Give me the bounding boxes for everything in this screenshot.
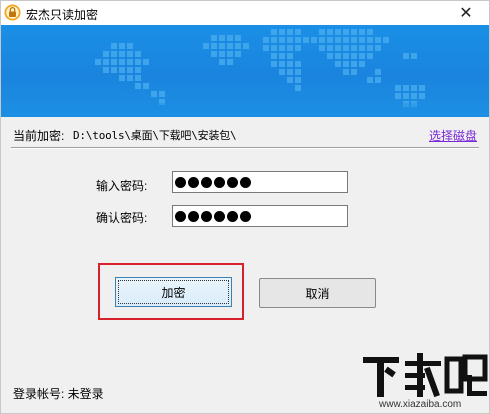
cancel-button[interactable]: 取消: [259, 278, 376, 308]
mask-dot: [175, 176, 186, 188]
select-disk-link[interactable]: 选择磁盘: [429, 127, 477, 144]
mask-dot: [188, 210, 199, 222]
login-status: 登录帐号: 未登录: [13, 387, 104, 401]
confirm-password-label: 确认密码:: [96, 211, 148, 225]
window-title: 宏杰只读加密: [26, 8, 99, 22]
close-button[interactable]: ✕: [443, 1, 489, 25]
watermark-site: www.xiazaiba.com: [379, 399, 462, 410]
mask-dot: [240, 210, 251, 222]
world-map-graphic: [1, 29, 489, 117]
password-label: 输入密码:: [96, 179, 148, 193]
current-path-label: 当前加密:: [13, 129, 65, 143]
mask-dot: [227, 176, 238, 188]
header-banner: [1, 25, 489, 117]
mask-dot: [214, 210, 225, 222]
close-icon: ✕: [459, 5, 473, 22]
mask-dot: [201, 210, 212, 222]
current-path-value: D:\tools\桌面\下载吧\安装包\: [73, 129, 237, 142]
title-bar: 宏杰只读加密 ✕: [1, 1, 489, 25]
divider: [11, 147, 479, 149]
mask-dot: [227, 210, 238, 222]
mask-dot: [240, 176, 251, 188]
current-path-row: 当前加密: D:\tools\桌面\下载吧\安装包\ 选择磁盘: [13, 127, 479, 143]
encrypt-button[interactable]: 加密: [115, 277, 232, 307]
main-window: 宏杰只读加密 ✕ 当前加密: D:\tools\桌面\下载吧\安装包\ 选择磁盘…: [0, 0, 490, 414]
password-field[interactable]: [172, 171, 348, 193]
mask-dot: [201, 176, 212, 188]
confirm-password-field[interactable]: [172, 205, 348, 227]
mask-dot: [175, 210, 186, 222]
lock-icon: [4, 4, 21, 21]
mask-dot: [188, 176, 199, 188]
mask-dot: [214, 176, 225, 188]
